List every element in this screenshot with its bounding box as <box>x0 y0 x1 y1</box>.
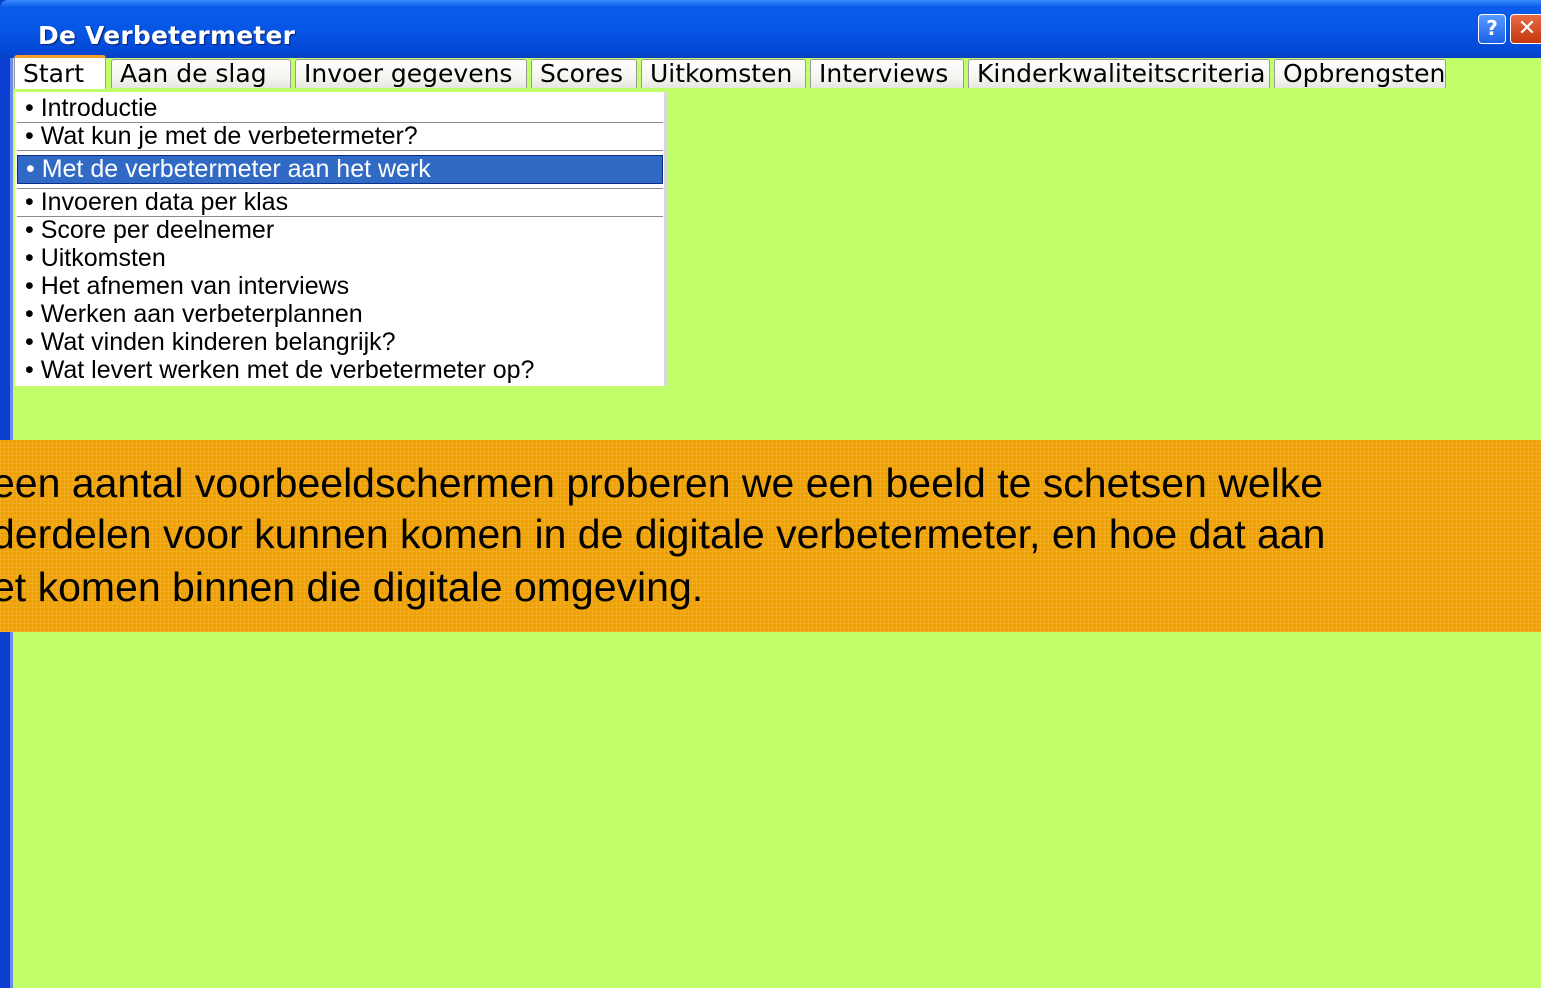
list-item-wat-vinden-kinderen[interactable]: • Wat vinden kinderen belangrijk? <box>17 329 663 356</box>
list-item-score-per-deelnemer[interactable]: • Score per deelnemer <box>17 217 663 244</box>
list-item-introductie[interactable]: • Introductie <box>17 95 663 122</box>
tab-kinderkwaliteitscriteria[interactable]: Kinderkwaliteitscriteria <box>968 59 1270 88</box>
help-button[interactable]: ? <box>1478 14 1506 44</box>
tab-opbrengsten[interactable]: Opbrengsten <box>1274 59 1446 88</box>
close-button[interactable]: ✕ <box>1510 14 1541 44</box>
tab-start[interactable]: Start <box>14 55 106 89</box>
window-title: De Verbetermeter <box>38 21 296 50</box>
tab-aan-de-slag[interactable]: Aan de slag <box>111 59 291 88</box>
tab-invoer-gegevens[interactable]: Invoer gegevens <box>295 59 527 88</box>
list-item-aan-het-werk[interactable]: • Met de verbetermeter aan het werk <box>17 155 663 184</box>
list-item-verbeterplannen[interactable]: • Werken aan verbeterplannen <box>17 301 663 328</box>
list-item-interviews[interactable]: • Het afnemen van interviews <box>17 273 663 300</box>
tab-scores[interactable]: Scores <box>531 59 637 88</box>
app-window: De Verbetermeter ? ✕ Start Aan de slag I… <box>0 0 1541 988</box>
banner-line-1: een aantal voorbeeldschermen proberen we… <box>0 460 1324 506</box>
info-banner: een aantal voorbeeldschermen proberen we… <box>0 440 1541 632</box>
tab-interviews[interactable]: Interviews <box>810 59 964 88</box>
list-item-uitkomsten[interactable]: • Uitkomsten <box>17 245 663 272</box>
list-item-invoeren-data[interactable]: • Invoeren data per klas <box>17 188 663 217</box>
title-bar[interactable]: De Verbetermeter ? ✕ <box>0 0 1541 58</box>
banner-line-3: et komen binnen die digitale omgeving. <box>0 564 704 610</box>
tab-uitkomsten[interactable]: Uitkomsten <box>641 59 806 88</box>
navigation-list: • Introductie • Wat kun je met de verbet… <box>15 92 667 386</box>
banner-line-2: derdelen voor kunnen komen in de digital… <box>0 511 1326 557</box>
list-item-wat-kun-je[interactable]: • Wat kun je met de verbetermeter? <box>17 122 663 151</box>
list-item-wat-levert[interactable]: • Wat levert werken met de verbetermeter… <box>17 357 663 384</box>
